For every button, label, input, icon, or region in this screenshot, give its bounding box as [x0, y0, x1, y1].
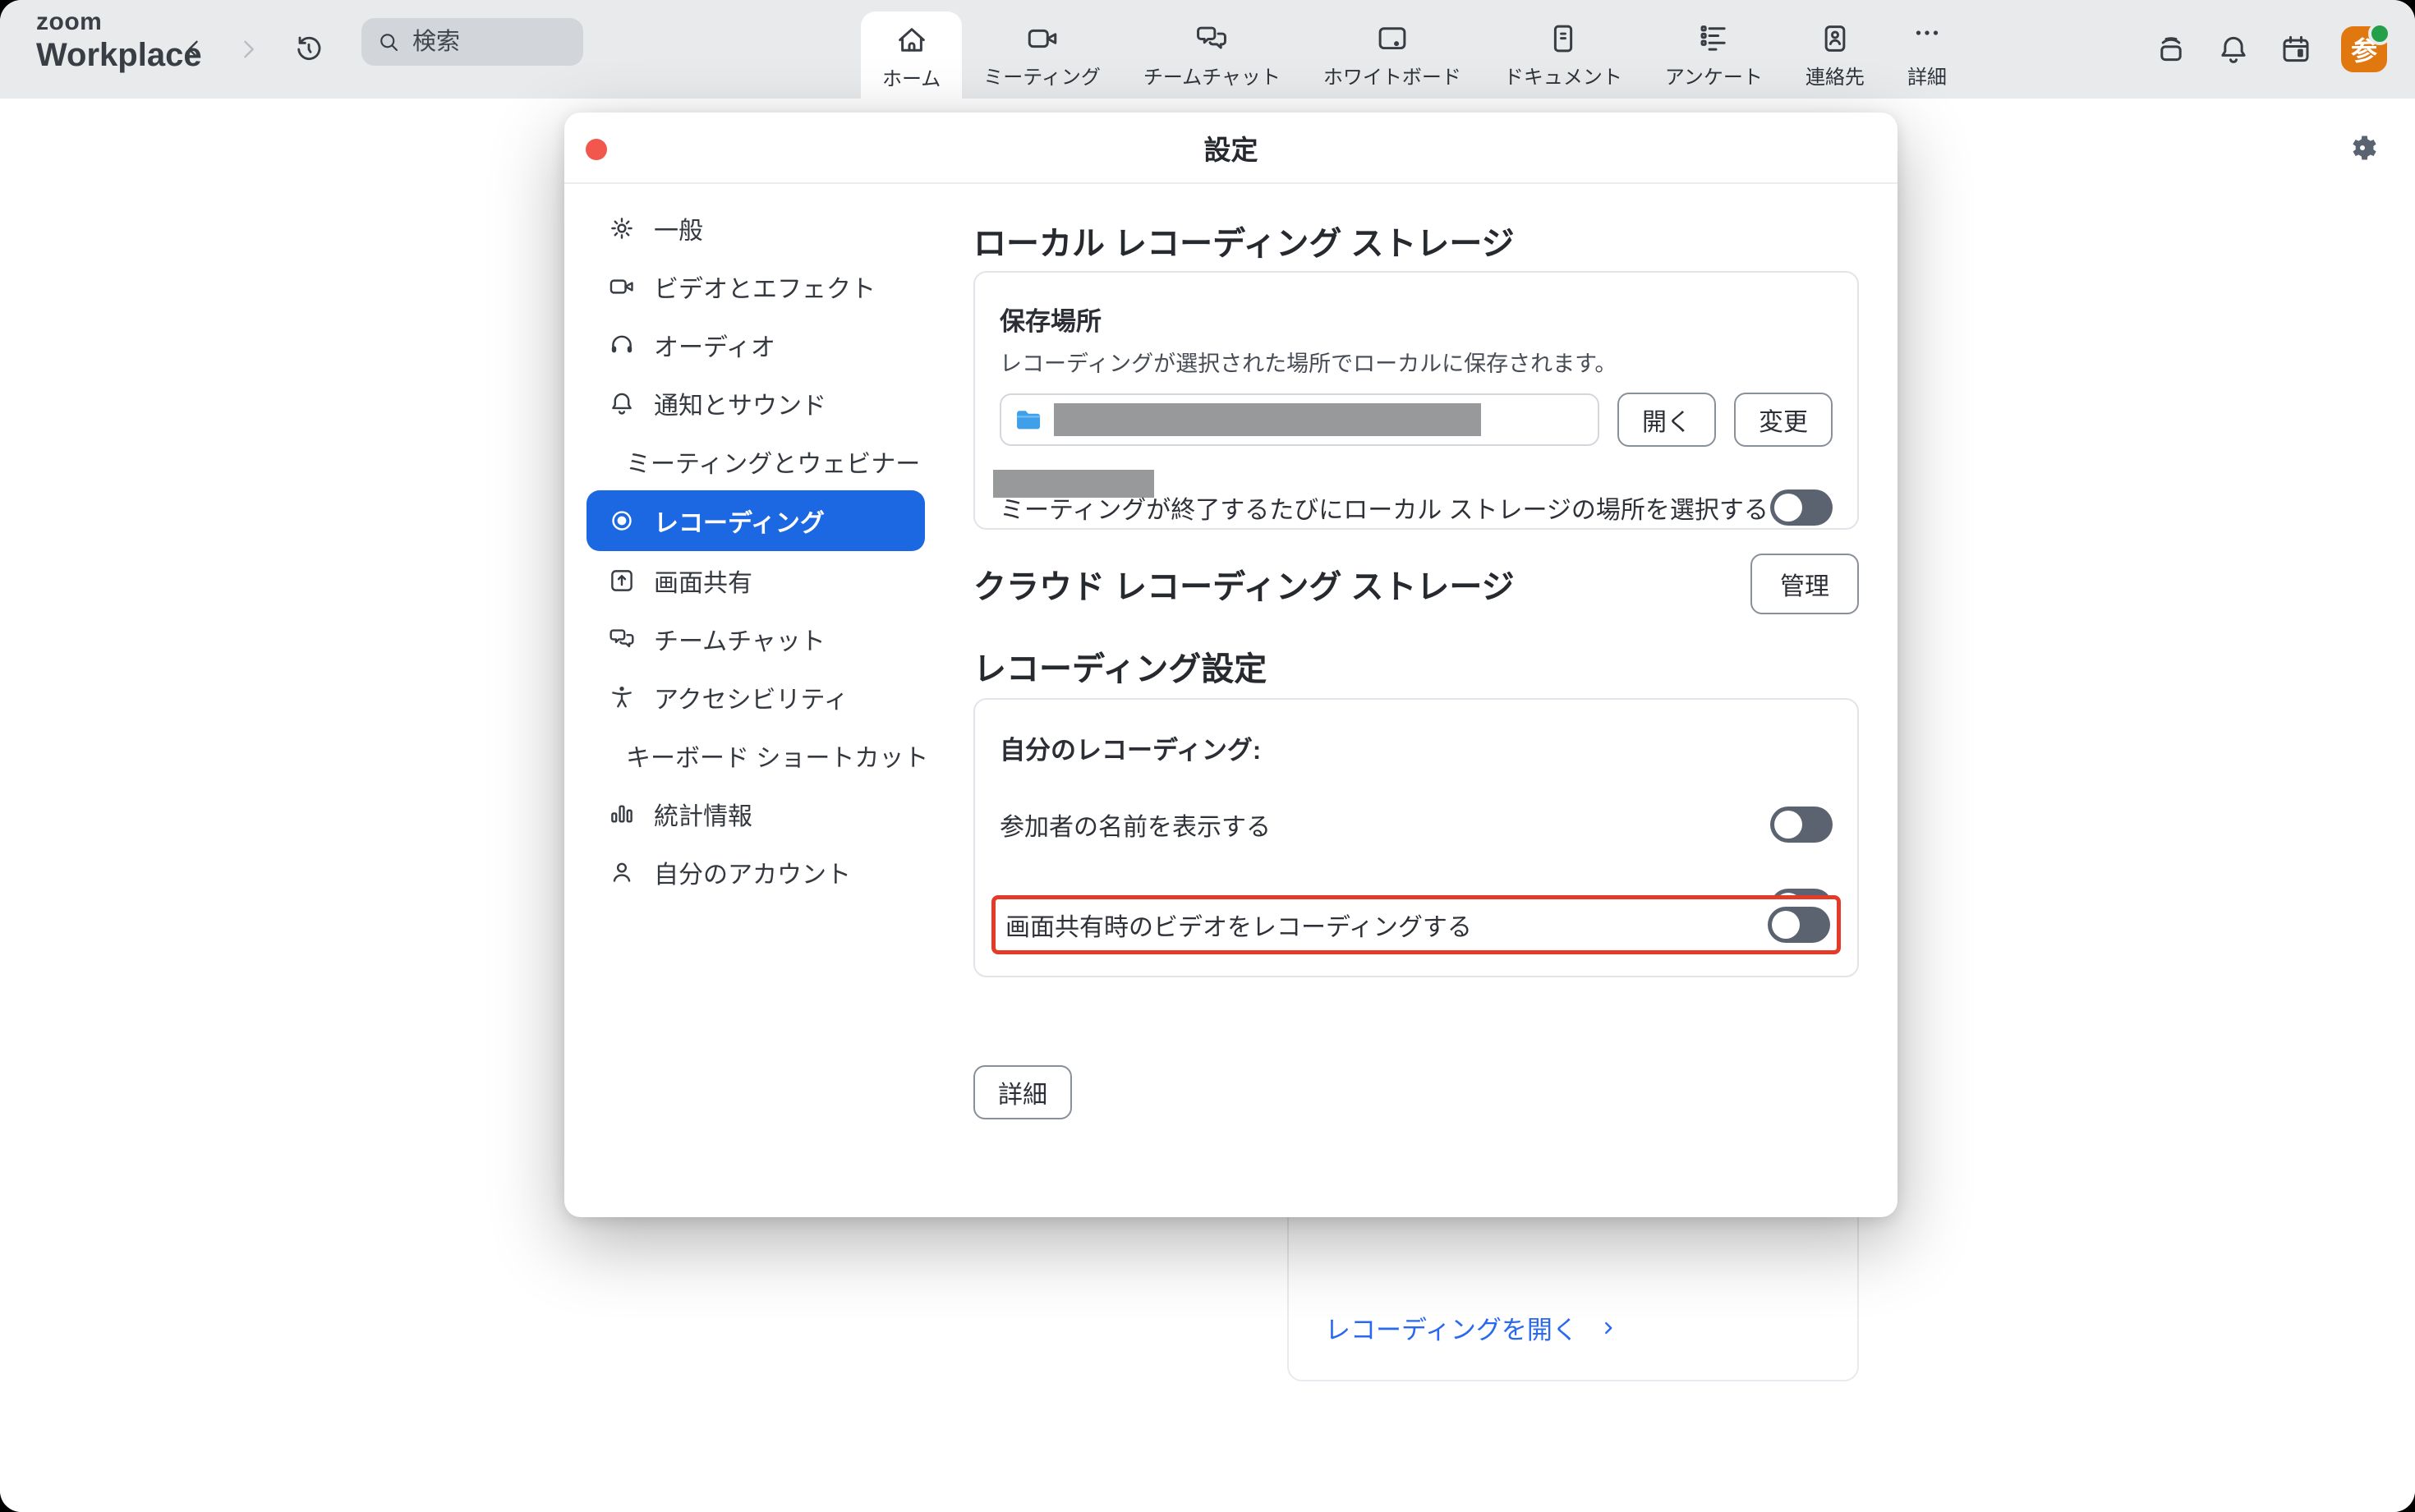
tab-meetings[interactable]: ミーティング [962, 0, 1122, 99]
bell-icon [608, 389, 636, 417]
chevron-left-icon [180, 35, 208, 63]
search-input[interactable] [411, 28, 545, 57]
avatar[interactable]: 参 [2341, 26, 2387, 72]
show-participant-names-toggle[interactable] [1770, 807, 1833, 843]
cloud-storage-row: クラウド レコーディング ストレージ 管理 [973, 554, 1859, 614]
change-folder-button[interactable]: 変更 [1734, 393, 1833, 447]
sidebar-item-keyboard-shortcuts[interactable]: キーボード ショートカット [586, 726, 925, 784]
local-storage-heading: ローカル レコーディング ストレージ [973, 217, 1515, 264]
gear-icon [2346, 131, 2379, 164]
dialog-header: 設定 [564, 113, 1898, 184]
sidebar-item-accessibility[interactable]: アクセシビリティ [586, 668, 925, 726]
accessibility-icon [608, 683, 636, 711]
bell-icon [2216, 32, 2251, 67]
calendar-button[interactable] [2279, 32, 2313, 67]
cast-icon [2154, 32, 2188, 67]
redacted-path-text [1054, 403, 1481, 436]
chat-icon [608, 625, 636, 653]
choose-location-toggle[interactable] [1770, 489, 1833, 526]
sidebar-item-video-effects[interactable]: ビデオとエフェクト [586, 257, 925, 315]
sidebar-item-recording[interactable]: レコーディング [586, 490, 925, 551]
meetings-icon [1025, 21, 1060, 56]
surveys-icon [1696, 21, 1731, 56]
sidebar-item-notifications-sounds[interactable]: 通知とサウンド [586, 374, 925, 432]
record-icon [608, 507, 636, 535]
tab-home[interactable]: ホーム [861, 11, 962, 99]
record-video-during-share-toggle[interactable] [1768, 907, 1830, 943]
show-participant-names-row: 参加者の名前を表示する [1000, 801, 1833, 848]
save-location-field[interactable] [1000, 393, 1599, 446]
presence-dot [2368, 22, 2391, 45]
save-location-label: 保存場所 [1000, 301, 1833, 338]
recording-settings-heading: レコーディング設定 [973, 642, 1267, 690]
calendar-icon [2279, 32, 2313, 67]
share-screen-icon [608, 567, 636, 595]
headphones-icon [608, 331, 636, 359]
contacts-icon [1818, 21, 1852, 56]
open-folder-button[interactable]: 開く [1617, 393, 1716, 447]
tab-whiteboard[interactable]: ホワイトボード [1302, 0, 1483, 99]
home-settings-button[interactable] [2346, 131, 2379, 164]
close-button[interactable] [586, 139, 607, 160]
sidebar-item-my-account[interactable]: 自分のアカウント [586, 843, 925, 901]
tab-surveys[interactable]: アンケート [1644, 0, 1784, 99]
settings-dialog: 設定 一般 ビデオとエフェクト オーディオ 通知とサウンド [564, 113, 1898, 1217]
notifications-button[interactable] [2216, 32, 2251, 67]
history-icon [292, 33, 325, 66]
highlighted-setting-row: 画面共有時のビデオをレコーディングする [991, 895, 1841, 954]
forward-button[interactable] [228, 30, 268, 69]
video-icon [608, 273, 636, 301]
docs-icon [1546, 21, 1580, 56]
person-icon [608, 858, 636, 886]
history-button[interactable] [289, 30, 329, 69]
tab-contacts[interactable]: 連絡先 [1784, 0, 1886, 99]
folder-icon [1013, 404, 1044, 435]
open-recordings-link[interactable]: レコーディングを開く [1325, 1309, 1617, 1346]
top-bar: zoom Workplace ホーム [0, 0, 2415, 99]
sidebar-item-screen-share[interactable]: 画面共有 [586, 551, 925, 609]
app-window: zoom Workplace ホーム [0, 0, 2415, 1512]
sidebar-item-general[interactable]: 一般 [586, 199, 925, 257]
more-icon [1910, 21, 1944, 56]
tab-team-chat[interactable]: チームチャット [1122, 0, 1302, 99]
team-chat-icon [1194, 21, 1229, 56]
advanced-button[interactable]: 詳細 [973, 1065, 1072, 1119]
connect-device-button[interactable] [2154, 32, 2188, 67]
content-area: レコーディングを開く 設定 一般 ビデオとエフェクト [0, 99, 2415, 1512]
cloud-storage-heading: クラウド レコーディング ストレージ [973, 560, 1515, 608]
my-recordings-label: 自分のレコーディング: [1000, 729, 1833, 766]
whiteboard-icon [1375, 21, 1410, 56]
tab-more[interactable]: 詳細 [1886, 0, 1968, 99]
dialog-title: 設定 [1204, 128, 1258, 168]
record-video-during-share-label: 画面共有時のビデオをレコーディングする [1005, 907, 1472, 943]
home-icon [895, 23, 929, 57]
local-storage-card: 保存場所 レコーディングが選択された場所でローカルに保存されます。 開く 変更 [973, 271, 1859, 530]
stats-icon [608, 800, 636, 828]
choose-location-row: ミーティングが終了するたびにローカル ストレージの場所を選択する [1000, 485, 1833, 531]
sidebar-item-statistics[interactable]: 統計情報 [586, 784, 925, 843]
sidebar-item-meetings-webinars[interactable]: ミーティングとウェビナー [586, 432, 925, 490]
chevron-right-icon [234, 35, 262, 63]
main-tabs: ホーム ミーティング チームチャット ホワイトボード [861, 0, 1968, 99]
manage-button[interactable]: 管理 [1750, 554, 1859, 614]
search-box[interactable] [361, 18, 583, 66]
choose-location-label: ミーティングが終了するたびにローカル ストレージの場所を選択する [1000, 489, 1769, 526]
recording-settings-card: 自分のレコーディング: 参加者の名前を表示する タイムスタンプを含める 画面共有… [973, 698, 1859, 977]
sidebar-item-team-chat[interactable]: チームチャット [586, 609, 925, 668]
sidebar-item-audio[interactable]: オーディオ [586, 315, 925, 374]
save-location-desc: レコーディングが選択された場所でローカルに保存されます。 [1000, 346, 1833, 378]
gear-icon [608, 214, 636, 242]
back-button[interactable] [174, 30, 214, 69]
settings-sidebar: 一般 ビデオとエフェクト オーディオ 通知とサウンド ミーティングとウェビナー [586, 199, 925, 901]
tab-docs[interactable]: ドキュメント [1483, 0, 1644, 99]
search-icon [376, 30, 401, 54]
chevron-right-icon [1599, 1319, 1617, 1337]
